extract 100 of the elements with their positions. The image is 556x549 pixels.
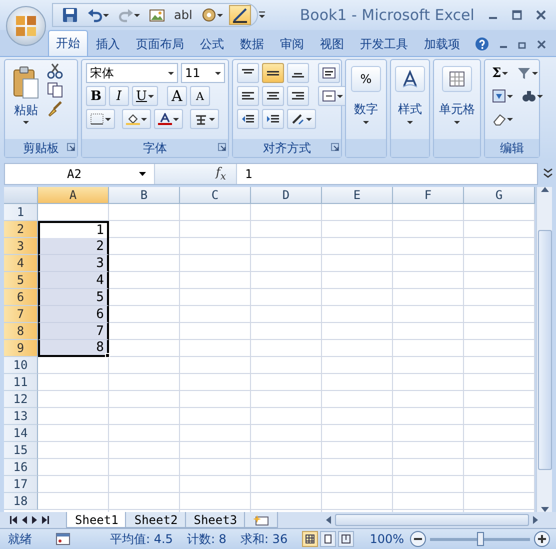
ribbon-tab[interactable]: 审阅 — [272, 32, 312, 56]
scissors-icon[interactable] — [47, 63, 63, 79]
previous-sheet-icon[interactable] — [22, 516, 27, 524]
fill-handle[interactable] — [105, 353, 110, 358]
dialog-launcher-icon[interactable] — [67, 143, 75, 151]
align-center-button[interactable] — [262, 86, 284, 106]
brush-icon[interactable] — [47, 101, 63, 117]
column-header[interactable]: D — [251, 187, 322, 204]
underline-button[interactable]: U — [132, 86, 158, 106]
zoom-out-button[interactable] — [410, 531, 426, 547]
column-header[interactable]: B — [109, 187, 180, 204]
table-cell[interactable]: 1 — [38, 221, 109, 238]
row-header[interactable]: 2 — [4, 221, 38, 238]
row-header[interactable]: 18 — [4, 493, 38, 510]
formula-field[interactable]: 1 — [237, 167, 252, 181]
close-icon[interactable] — [537, 40, 546, 48]
macro-record-icon[interactable] — [56, 533, 70, 545]
border-button[interactable] — [86, 109, 115, 129]
align-left-button[interactable] — [237, 86, 259, 106]
first-sheet-icon[interactable] — [10, 516, 17, 524]
number-format-button[interactable]: % 数字 — [350, 63, 382, 127]
shrink-font-button[interactable]: A — [190, 86, 210, 106]
font-color-button[interactable] — [154, 109, 183, 129]
help-icon[interactable] — [475, 37, 489, 51]
sheet-tab[interactable]: Sheet1 — [66, 512, 128, 528]
last-sheet-icon[interactable] — [42, 516, 49, 524]
row-header[interactable]: 16 — [4, 459, 38, 476]
expand-icon[interactable] — [543, 166, 553, 180]
column-header[interactable]: G — [464, 187, 535, 204]
row-header[interactable]: 3 — [4, 238, 38, 255]
dialog-launcher-icon[interactable] — [218, 143, 226, 151]
zoom-level[interactable]: 100% — [370, 532, 404, 546]
table-cell[interactable]: 5 — [38, 289, 109, 306]
row-header[interactable]: 13 — [4, 408, 38, 425]
row-header[interactable]: 15 — [4, 442, 38, 459]
copy-icon[interactable] — [47, 82, 63, 98]
vertical-scrollbar[interactable] — [536, 187, 552, 512]
zoom-in-button[interactable] — [534, 531, 550, 547]
italic-button[interactable]: I — [109, 86, 129, 106]
next-sheet-icon[interactable] — [32, 516, 37, 524]
row-header[interactable]: 10 — [4, 357, 38, 374]
row-header[interactable]: 12 — [4, 391, 38, 408]
horizontal-scrollbar[interactable] — [335, 514, 529, 526]
sheet-tab[interactable]: Sheet2 — [125, 512, 187, 528]
column-header[interactable]: E — [322, 187, 393, 204]
paste-button[interactable]: 粘贴 — [9, 63, 43, 127]
text-field-button[interactable]: abl — [171, 5, 196, 25]
wrap-text-button[interactable] — [318, 63, 340, 83]
row-header[interactable]: 9 — [4, 340, 38, 357]
table-cell[interactable]: 4 — [38, 272, 109, 289]
fill-color-button[interactable] — [122, 109, 151, 129]
row-header[interactable]: 1 — [4, 204, 38, 221]
scroll-thumb[interactable] — [538, 230, 552, 470]
insert-sheet-button[interactable] — [244, 512, 278, 528]
column-header[interactable]: C — [180, 187, 251, 204]
right-arrow-icon[interactable] — [533, 516, 538, 524]
dialog-launcher-icon[interactable] — [331, 143, 339, 151]
merge-button[interactable] — [318, 86, 347, 106]
row-header[interactable]: 5 — [4, 272, 38, 289]
cells-button[interactable]: 单元格 — [438, 63, 476, 127]
row-header[interactable]: 6 — [4, 289, 38, 306]
sheet-tab[interactable]: Sheet3 — [184, 512, 246, 528]
middle-align-button[interactable] — [262, 63, 284, 83]
table-cell[interactable]: 3 — [38, 255, 109, 272]
orientation-button[interactable] — [287, 109, 316, 129]
ribbon-tab[interactable]: 加载项 — [416, 32, 468, 56]
row-header[interactable]: 17 — [4, 476, 38, 493]
table-cell[interactable]: 2 — [38, 238, 109, 255]
increase-indent-button[interactable] — [262, 109, 284, 129]
styles-button[interactable]: 样式 — [395, 63, 425, 127]
restore-icon[interactable] — [518, 40, 527, 48]
row-header[interactable]: 8 — [4, 323, 38, 340]
font-size-field[interactable]: 11 — [181, 63, 225, 83]
ribbon-tab[interactable]: 页面布局 — [128, 32, 192, 56]
table-cell[interactable]: 6 — [38, 306, 109, 323]
row-header[interactable]: 11 — [4, 374, 38, 391]
table-cell[interactable]: 8 — [38, 340, 109, 357]
align-right-button[interactable] — [287, 86, 309, 106]
ribbon-tab[interactable]: 数据 — [232, 32, 272, 56]
bottom-align-button[interactable] — [287, 63, 309, 83]
autosum-button[interactable]: Σ — [489, 63, 512, 83]
table-cell[interactable]: 7 — [38, 323, 109, 340]
decrease-indent-button[interactable] — [237, 109, 259, 129]
slider-thumb[interactable] — [477, 532, 484, 546]
font-name-field[interactable]: 宋体 — [86, 63, 178, 83]
ribbon-tab[interactable]: 开始 — [48, 30, 88, 56]
phonetic-button[interactable] — [190, 109, 219, 129]
column-header[interactable]: A — [38, 187, 109, 204]
bold-button[interactable]: B — [86, 86, 106, 106]
column-header[interactable]: F — [393, 187, 464, 204]
normal-view-button[interactable] — [302, 531, 318, 547]
ruler-pencil-button[interactable] — [229, 5, 252, 25]
grow-font-button[interactable]: A — [166, 86, 187, 106]
row-header[interactable]: 14 — [4, 425, 38, 442]
ribbon-tab[interactable]: 视图 — [312, 32, 352, 56]
maximize-icon[interactable] — [512, 10, 522, 20]
row-header[interactable]: 4 — [4, 255, 38, 272]
row-header[interactable]: 7 — [4, 306, 38, 323]
ribbon-tab[interactable]: 开发工具 — [352, 32, 416, 56]
page-break-view-button[interactable] — [338, 531, 354, 547]
